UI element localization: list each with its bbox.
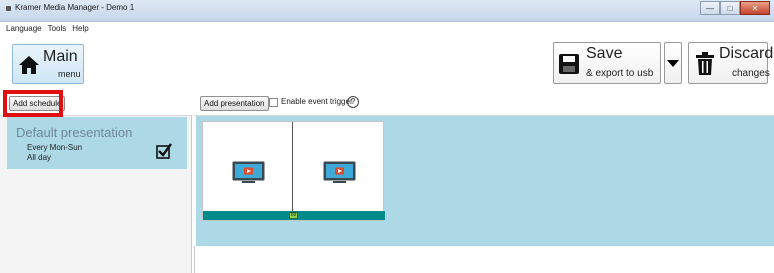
checkbox-checked-icon[interactable]: [156, 143, 172, 159]
maximize-button[interactable]: □: [720, 1, 740, 15]
event-trigger-label: Enable event trigger: [281, 97, 353, 106]
schedule-item[interactable]: Default presentation Every Mon-Sun All d…: [7, 117, 187, 169]
save-options-dropdown[interactable]: [664, 42, 682, 84]
trash-icon: [696, 52, 714, 75]
save-label: Save: [586, 45, 623, 62]
menu-tools[interactable]: Tools: [48, 22, 67, 36]
slide-badge: 88: [289, 212, 298, 219]
slide-thumbnail[interactable]: [294, 122, 384, 213]
video-monitor-icon: [232, 161, 265, 183]
slide-thumbnail[interactable]: [203, 122, 293, 213]
schedule-name: Default presentation: [16, 125, 133, 140]
discard-button[interactable]: Discard changes: [688, 42, 773, 84]
highlight-box: [3, 90, 63, 117]
window-title: Kramer Media Manager - Demo 1: [15, 3, 135, 12]
schedule-time: All day: [27, 153, 52, 162]
main-menu-button[interactable]: Main menu: [12, 44, 84, 84]
menu-bar: Language Tools Help: [0, 22, 89, 36]
add-presentation-button[interactable]: Add presentation: [200, 96, 269, 111]
home-icon: [19, 56, 39, 74]
presentation-toolbar: Add presentation Enable event trigger ?: [194, 88, 774, 116]
toolbar: Main menu Save & export to usb Discard c…: [0, 36, 774, 88]
schedule-panel: Add schedule Default presentation Every …: [0, 88, 192, 273]
presentation-timeline: 88: [196, 116, 774, 246]
schedule-days: Every Mon-Sun: [27, 143, 83, 152]
minimize-button[interactable]: —: [700, 1, 720, 15]
menu-help[interactable]: Help: [72, 22, 88, 36]
presentation-panel: Add presentation Enable event trigger ?: [194, 88, 774, 273]
schedule-toolbar: Add schedule: [0, 88, 192, 117]
menu-language[interactable]: Language: [6, 22, 42, 36]
save-sublabel: & export to usb: [586, 68, 654, 79]
video-monitor-icon: [323, 161, 356, 183]
help-icon[interactable]: ?: [347, 96, 359, 108]
slide-strip[interactable]: 88: [202, 121, 385, 221]
discard-sublabel: changes: [732, 68, 770, 79]
app-icon: [6, 6, 11, 11]
event-trigger-checkbox[interactable]: [269, 98, 278, 107]
window-controls: — □ ✕: [700, 1, 770, 15]
title-bar: Kramer Media Manager - Demo 1 — □ ✕: [0, 0, 774, 22]
save-button[interactable]: Save & export to usb: [553, 42, 661, 84]
main-menu-label: Main: [43, 48, 78, 65]
chevron-down-icon: [667, 59, 679, 67]
floppy-disk-icon: [559, 54, 579, 74]
close-button[interactable]: ✕: [740, 1, 770, 15]
empty-area: [194, 246, 774, 273]
main-menu-sublabel: menu: [58, 69, 81, 79]
discard-label: Discard: [719, 45, 774, 62]
